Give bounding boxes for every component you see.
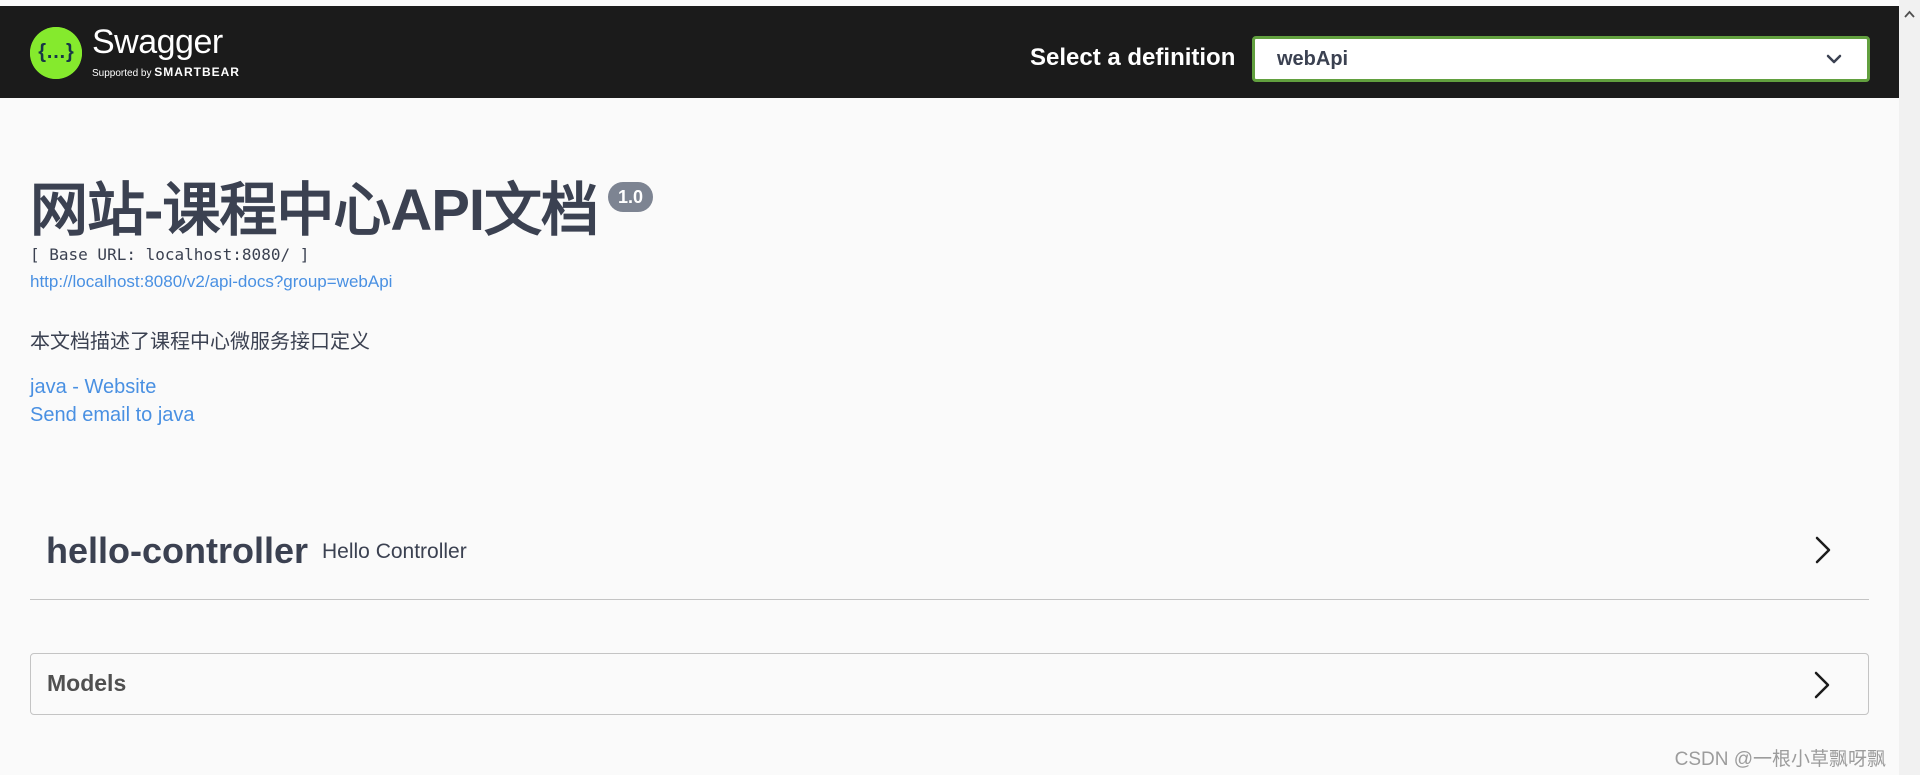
scroll-up-arrow-icon[interactable] (1903, 8, 1916, 21)
definition-label: Select a definition (1030, 44, 1236, 71)
logo-subtitle-brand: SMARTBEAR (154, 65, 240, 79)
website-link[interactable]: java - Website (30, 376, 156, 399)
version-badge: 1.0 (608, 182, 654, 212)
tag-description: Hello Controller (322, 540, 467, 563)
chevron-right-icon[interactable] (1810, 667, 1834, 703)
logo-title: Swagger (92, 23, 223, 61)
scrollbar-thumb[interactable] (1902, 34, 1917, 764)
info-title-row: 网站-课程中心API文档 1.0 (30, 178, 654, 244)
models-title: Models (47, 670, 127, 696)
page-title: 网站-课程中心API文档 (30, 178, 599, 243)
svg-text:{…}: {…} (38, 41, 74, 63)
definition-select-value: webApi (1277, 47, 1349, 70)
top-bar: {…} Swagger Supported by SMARTBEAR Selec… (0, 6, 1899, 98)
api-description: 本文档描述了课程中心微服务接口定义 (30, 331, 370, 353)
base-url: [ Base URL: localhost:8080/ ] (30, 245, 310, 264)
swagger-logo-icon: {…} (30, 27, 82, 79)
swagger-logo[interactable]: {…} Swagger Supported by SMARTBEAR (30, 22, 250, 84)
models-section[interactable]: Models (30, 653, 1869, 715)
logo-text: Swagger Supported by SMARTBEAR (92, 25, 240, 81)
vertical-scrollbar[interactable] (1899, 0, 1920, 775)
logo-subtitle-prefix: Supported by (92, 68, 152, 79)
tag-hello-controller[interactable]: hello-controller Hello Controller (30, 520, 1869, 600)
logo-subtitle: Supported by SMARTBEAR (92, 65, 240, 81)
definition-select[interactable]: webApi (1252, 36, 1870, 82)
chevron-down-icon (1826, 54, 1842, 64)
swagger-page: {…} Swagger Supported by SMARTBEAR Selec… (0, 0, 1920, 775)
watermark: CSDN @一根小草飘呀飘 (1674, 749, 1886, 770)
tag-name: hello-controller (46, 530, 309, 571)
email-link[interactable]: Send email to java (30, 404, 195, 427)
api-docs-link[interactable]: http://localhost:8080/v2/api-docs?group=… (30, 272, 392, 292)
chevron-right-icon[interactable] (1811, 532, 1835, 568)
